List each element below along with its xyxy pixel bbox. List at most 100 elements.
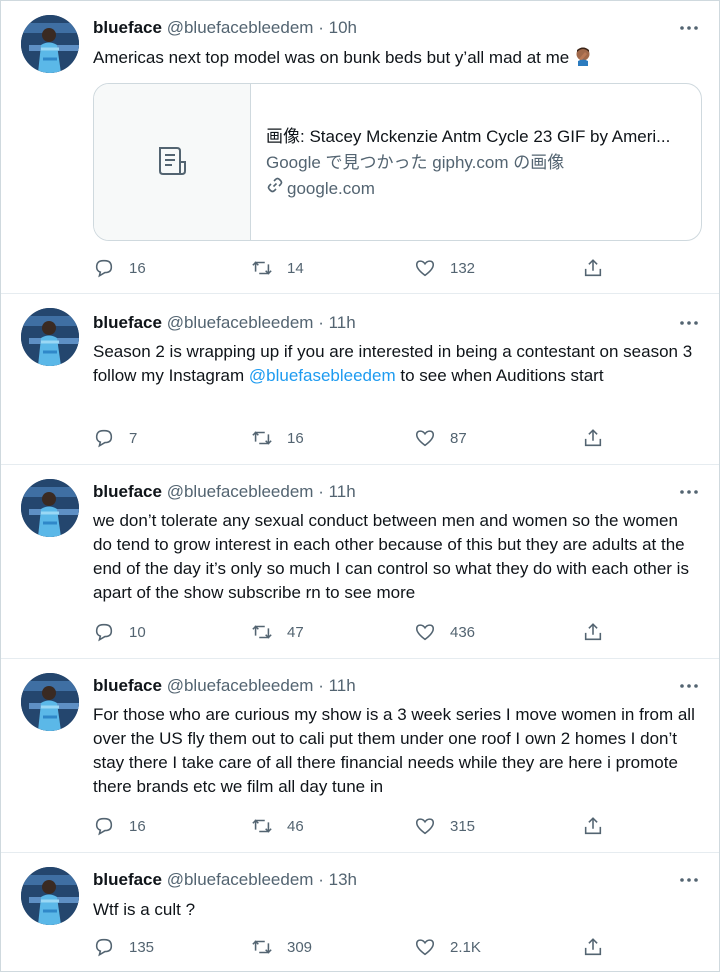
reply-icon — [93, 621, 129, 643]
like-count: 436 — [450, 623, 476, 641]
reply-count: 16 — [129, 817, 146, 835]
tweet-text: Americas next top model was on bunk beds… — [93, 46, 699, 70]
retweet-button[interactable]: 309 — [251, 935, 312, 959]
tweet[interactable]: blueface @bluefacebleedem · 10h Americas… — [1, 1, 719, 294]
heart-icon — [414, 936, 450, 958]
separator-dot: · — [318, 870, 324, 889]
more-options-icon[interactable] — [677, 676, 701, 696]
document-icon — [155, 144, 189, 183]
share-icon — [582, 936, 618, 958]
avatar[interactable] — [21, 673, 79, 731]
separator-dot: · — [318, 676, 324, 695]
mention-link[interactable]: @bluefasebleedem — [249, 366, 396, 385]
share-button[interactable] — [582, 256, 618, 280]
like-count: 132 — [450, 259, 476, 277]
retweet-button[interactable]: 46 — [251, 814, 304, 838]
timestamp[interactable]: 10h — [329, 18, 357, 37]
user-handle[interactable]: @bluefacebleedem — [167, 18, 314, 37]
retweet-count: 16 — [287, 429, 304, 447]
share-icon — [582, 257, 618, 279]
display-name[interactable]: blueface — [93, 18, 162, 37]
tweet-text: Wtf is a cult ? — [93, 900, 196, 919]
tweet-header: blueface @bluefacebleedem · 10h — [93, 17, 357, 39]
heart-icon — [414, 257, 450, 279]
tweet-actions: 16 46 315 — [93, 814, 613, 838]
timestamp[interactable]: 11h — [329, 676, 356, 695]
like-button[interactable]: 132 — [414, 256, 475, 280]
reply-button[interactable]: 135 — [93, 935, 154, 959]
card-title[interactable]: 画像: Stacey Mckenzie Antm Cycle 23 GIF by… — [266, 124, 687, 150]
like-button[interactable]: 436 — [414, 620, 475, 644]
display-name[interactable]: blueface — [93, 482, 162, 501]
retweet-button[interactable]: 47 — [251, 620, 304, 644]
share-button[interactable] — [582, 426, 618, 450]
retweet-count: 46 — [287, 817, 304, 835]
separator-dot: · — [318, 313, 324, 332]
separator-dot: · — [318, 482, 324, 501]
more-options-icon[interactable] — [677, 482, 701, 502]
timestamp[interactable]: 13h — [329, 870, 357, 889]
tweet-text-after: to see when Auditions start — [395, 366, 604, 385]
share-icon — [582, 427, 618, 449]
tweet-actions: 16 14 132 — [93, 256, 613, 280]
display-name[interactable]: blueface — [93, 313, 162, 332]
avatar[interactable] — [21, 479, 79, 537]
more-options-icon[interactable] — [677, 870, 701, 890]
card-body: 画像: Stacey Mckenzie Antm Cycle 23 GIF by… — [266, 124, 687, 202]
like-button[interactable]: 2.1K — [414, 935, 481, 959]
reply-count: 7 — [129, 429, 138, 447]
heart-icon — [414, 815, 450, 837]
timestamp[interactable]: 11h — [329, 482, 356, 501]
retweet-button[interactable]: 16 — [251, 426, 304, 450]
tweet-actions: 10 47 436 — [93, 620, 613, 644]
tweet[interactable]: blueface @bluefacebleedem · 11h we don’t… — [1, 465, 719, 659]
heart-icon — [414, 427, 450, 449]
reply-icon — [93, 427, 129, 449]
share-button[interactable] — [582, 814, 618, 838]
tweet-header: blueface @bluefacebleedem · 13h — [93, 869, 357, 891]
timestamp[interactable]: 11h — [329, 313, 356, 332]
reply-button[interactable]: 10 — [93, 620, 146, 644]
tweet-actions: 7 16 87 — [93, 426, 613, 450]
avatar[interactable] — [21, 15, 79, 73]
tweet-timeline: blueface @bluefacebleedem · 10h Americas… — [0, 0, 720, 972]
user-handle[interactable]: @bluefacebleedem — [167, 870, 314, 889]
share-icon — [582, 621, 618, 643]
retweet-icon — [251, 815, 287, 837]
more-options-icon[interactable] — [677, 18, 701, 38]
avatar[interactable] — [21, 867, 79, 925]
more-options-icon[interactable] — [677, 313, 701, 333]
tweet[interactable]: blueface @bluefacebleedem · 11h For thos… — [1, 659, 719, 853]
user-handle[interactable]: @bluefacebleedem — [167, 676, 314, 695]
like-button[interactable]: 87 — [414, 426, 467, 450]
retweet-button[interactable]: 14 — [251, 256, 304, 280]
share-button[interactable] — [582, 620, 618, 644]
reply-icon — [93, 257, 129, 279]
user-handle[interactable]: @bluefacebleedem — [167, 313, 314, 332]
retweet-icon — [251, 427, 287, 449]
tweet-header: blueface @bluefacebleedem · 11h — [93, 312, 356, 334]
link-card[interactable]: 画像: Stacey Mckenzie Antm Cycle 23 GIF by… — [93, 83, 702, 241]
like-count: 2.1K — [450, 938, 481, 956]
like-count: 315 — [450, 817, 476, 835]
share-button[interactable] — [582, 935, 618, 959]
avatar[interactable] — [21, 308, 79, 366]
reply-button[interactable]: 7 — [93, 426, 137, 450]
user-handle[interactable]: @bluefacebleedem — [167, 482, 314, 501]
tweet-header: blueface @bluefacebleedem · 11h — [93, 675, 356, 697]
retweet-icon — [251, 936, 287, 958]
tweet-header: blueface @bluefacebleedem · 11h — [93, 481, 356, 503]
like-button[interactable]: 315 — [414, 814, 475, 838]
retweet-icon — [251, 621, 287, 643]
display-name[interactable]: blueface — [93, 676, 162, 695]
reply-button[interactable]: 16 — [93, 814, 146, 838]
display-name[interactable]: blueface — [93, 870, 162, 889]
tweet[interactable]: blueface @bluefacebleedem · 13h Wtf is a… — [1, 853, 719, 971]
tweet-text: we don’t tolerate any sexual conduct bet… — [93, 511, 689, 602]
tweet[interactable]: blueface @bluefacebleedem · 11h Season 2… — [1, 294, 719, 465]
retweet-count: 309 — [287, 938, 313, 956]
reply-button[interactable]: 16 — [93, 256, 146, 280]
retweet-count: 14 — [287, 259, 304, 277]
tweet-actions: 135 309 2.1K — [93, 935, 613, 959]
reply-icon — [93, 815, 129, 837]
